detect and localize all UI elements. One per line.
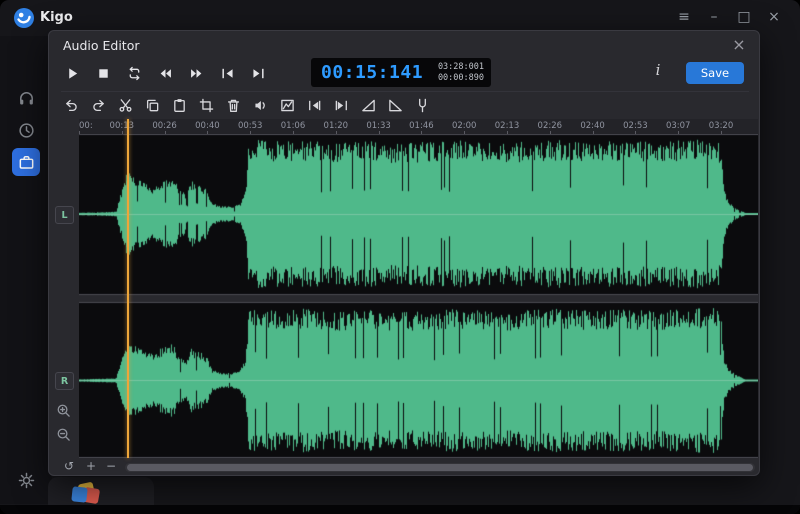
rewind-button[interactable] (154, 61, 176, 85)
ruler-tick-label: 00:40 (195, 121, 220, 131)
info-button[interactable]: i (649, 61, 667, 83)
ruler-tick-label: 02:40 (580, 121, 605, 131)
ruler-tick-label: 03:07 (665, 121, 691, 131)
crop-button[interactable] (196, 95, 217, 117)
total-time: 03:28:001 (437, 61, 484, 72)
right-channel-badge: R (55, 372, 74, 390)
ruler-tick-label: 01:06 (280, 121, 306, 131)
reset-zoom-button[interactable]: ↺ (61, 459, 77, 474)
window-controls: ≡ – □ × (676, 8, 782, 26)
selection-time: 00:00:890 (437, 72, 484, 83)
paste-button[interactable] (169, 95, 190, 117)
undo-button[interactable] (61, 95, 82, 117)
horizontal-zoom-out-button[interactable]: − (103, 459, 119, 474)
kigo-logo-icon (13, 7, 35, 29)
delete-button[interactable] (223, 95, 244, 117)
bottom-bar: ↺ + − (49, 459, 761, 477)
close-window-button[interactable]: × (766, 8, 782, 26)
trim-start-button[interactable] (304, 95, 325, 117)
playhead[interactable] (127, 119, 130, 458)
ruler-tick-label: 03:20 (708, 121, 734, 131)
trim-end-button[interactable] (331, 95, 352, 117)
ruler-tick-label: 02:13 (494, 121, 520, 131)
ruler-tick-label: 00:26 (152, 121, 177, 131)
current-time: 00:15:141 (321, 62, 424, 83)
play-button[interactable] (61, 61, 83, 85)
window-bottom-strip (0, 505, 800, 514)
transport-bar (61, 58, 269, 88)
ruler-tick-label: 01:33 (366, 121, 391, 131)
horizontal-scrollbar[interactable] (125, 463, 755, 472)
fade-out-button[interactable] (385, 95, 406, 117)
copy-button[interactable] (142, 95, 163, 117)
fade-in-button[interactable] (358, 95, 379, 117)
app-window: Kigo ≡ – □ × Audio Editor × 00:15:141 03:28… (0, 0, 800, 514)
ruler-tick-label: 02:53 (623, 121, 648, 131)
fast-forward-button[interactable] (185, 61, 207, 85)
sidebar-item-store[interactable] (12, 148, 40, 176)
volume-button[interactable] (250, 95, 271, 117)
background-panel (48, 477, 154, 506)
sidebar-item-settings[interactable] (12, 466, 40, 494)
redo-button[interactable] (88, 95, 109, 117)
time-display: 00:15:141 03:28:001 00:00:890 (311, 58, 491, 87)
skip-end-button[interactable] (247, 61, 269, 85)
envelope-button[interactable] (277, 95, 298, 117)
ruler-tick-label: 02:26 (537, 121, 563, 131)
horizontal-zoom-in-button[interactable]: + (83, 459, 99, 474)
zoom-out-button[interactable] (56, 427, 73, 444)
left-channel-badge: L (55, 206, 74, 224)
stop-button[interactable] (92, 61, 114, 85)
ruler-tick-label: 01:46 (409, 121, 434, 131)
dialog-close-button[interactable]: × (730, 35, 748, 54)
ruler-tick-label: 01:20 (323, 121, 349, 131)
audio-editor-dialog: Audio Editor × 00:15:141 03:28:001 00:00… (48, 30, 760, 476)
menu-window-button[interactable]: ≡ (676, 8, 692, 26)
loop-button[interactable] (123, 61, 145, 85)
dialog-title: Audio Editor (63, 38, 140, 53)
save-button[interactable]: Save (686, 62, 744, 84)
ruler-tick-label: 00:13 (109, 121, 135, 131)
sidebar-item-headphones[interactable] (12, 84, 40, 112)
ruler-tick-label: 02:00 (451, 121, 477, 131)
ruler-tick-label: 00:53 (237, 121, 263, 131)
ruler-tick-label: 00: (79, 121, 93, 131)
cut-button[interactable] (115, 95, 136, 117)
sidebar-item-history[interactable] (12, 116, 40, 144)
waveform-canvas[interactable] (79, 134, 758, 458)
app-badge-icon (70, 481, 101, 506)
sidebar (0, 36, 52, 504)
edit-toolbar (61, 91, 749, 117)
minimize-window-button[interactable]: – (706, 8, 722, 26)
timeline-ruler[interactable]: 00: 00:13 00:26 00:40 00:53 01:06 01:20 01:33 01… (79, 119, 758, 134)
maximize-window-button[interactable]: □ (736, 8, 752, 26)
skip-start-button[interactable] (216, 61, 238, 85)
pitch-button[interactable] (412, 95, 433, 117)
zoom-in-button[interactable] (56, 403, 73, 420)
scrollbar-thumb[interactable] (127, 464, 753, 471)
app-title: Kigo (40, 10, 73, 25)
